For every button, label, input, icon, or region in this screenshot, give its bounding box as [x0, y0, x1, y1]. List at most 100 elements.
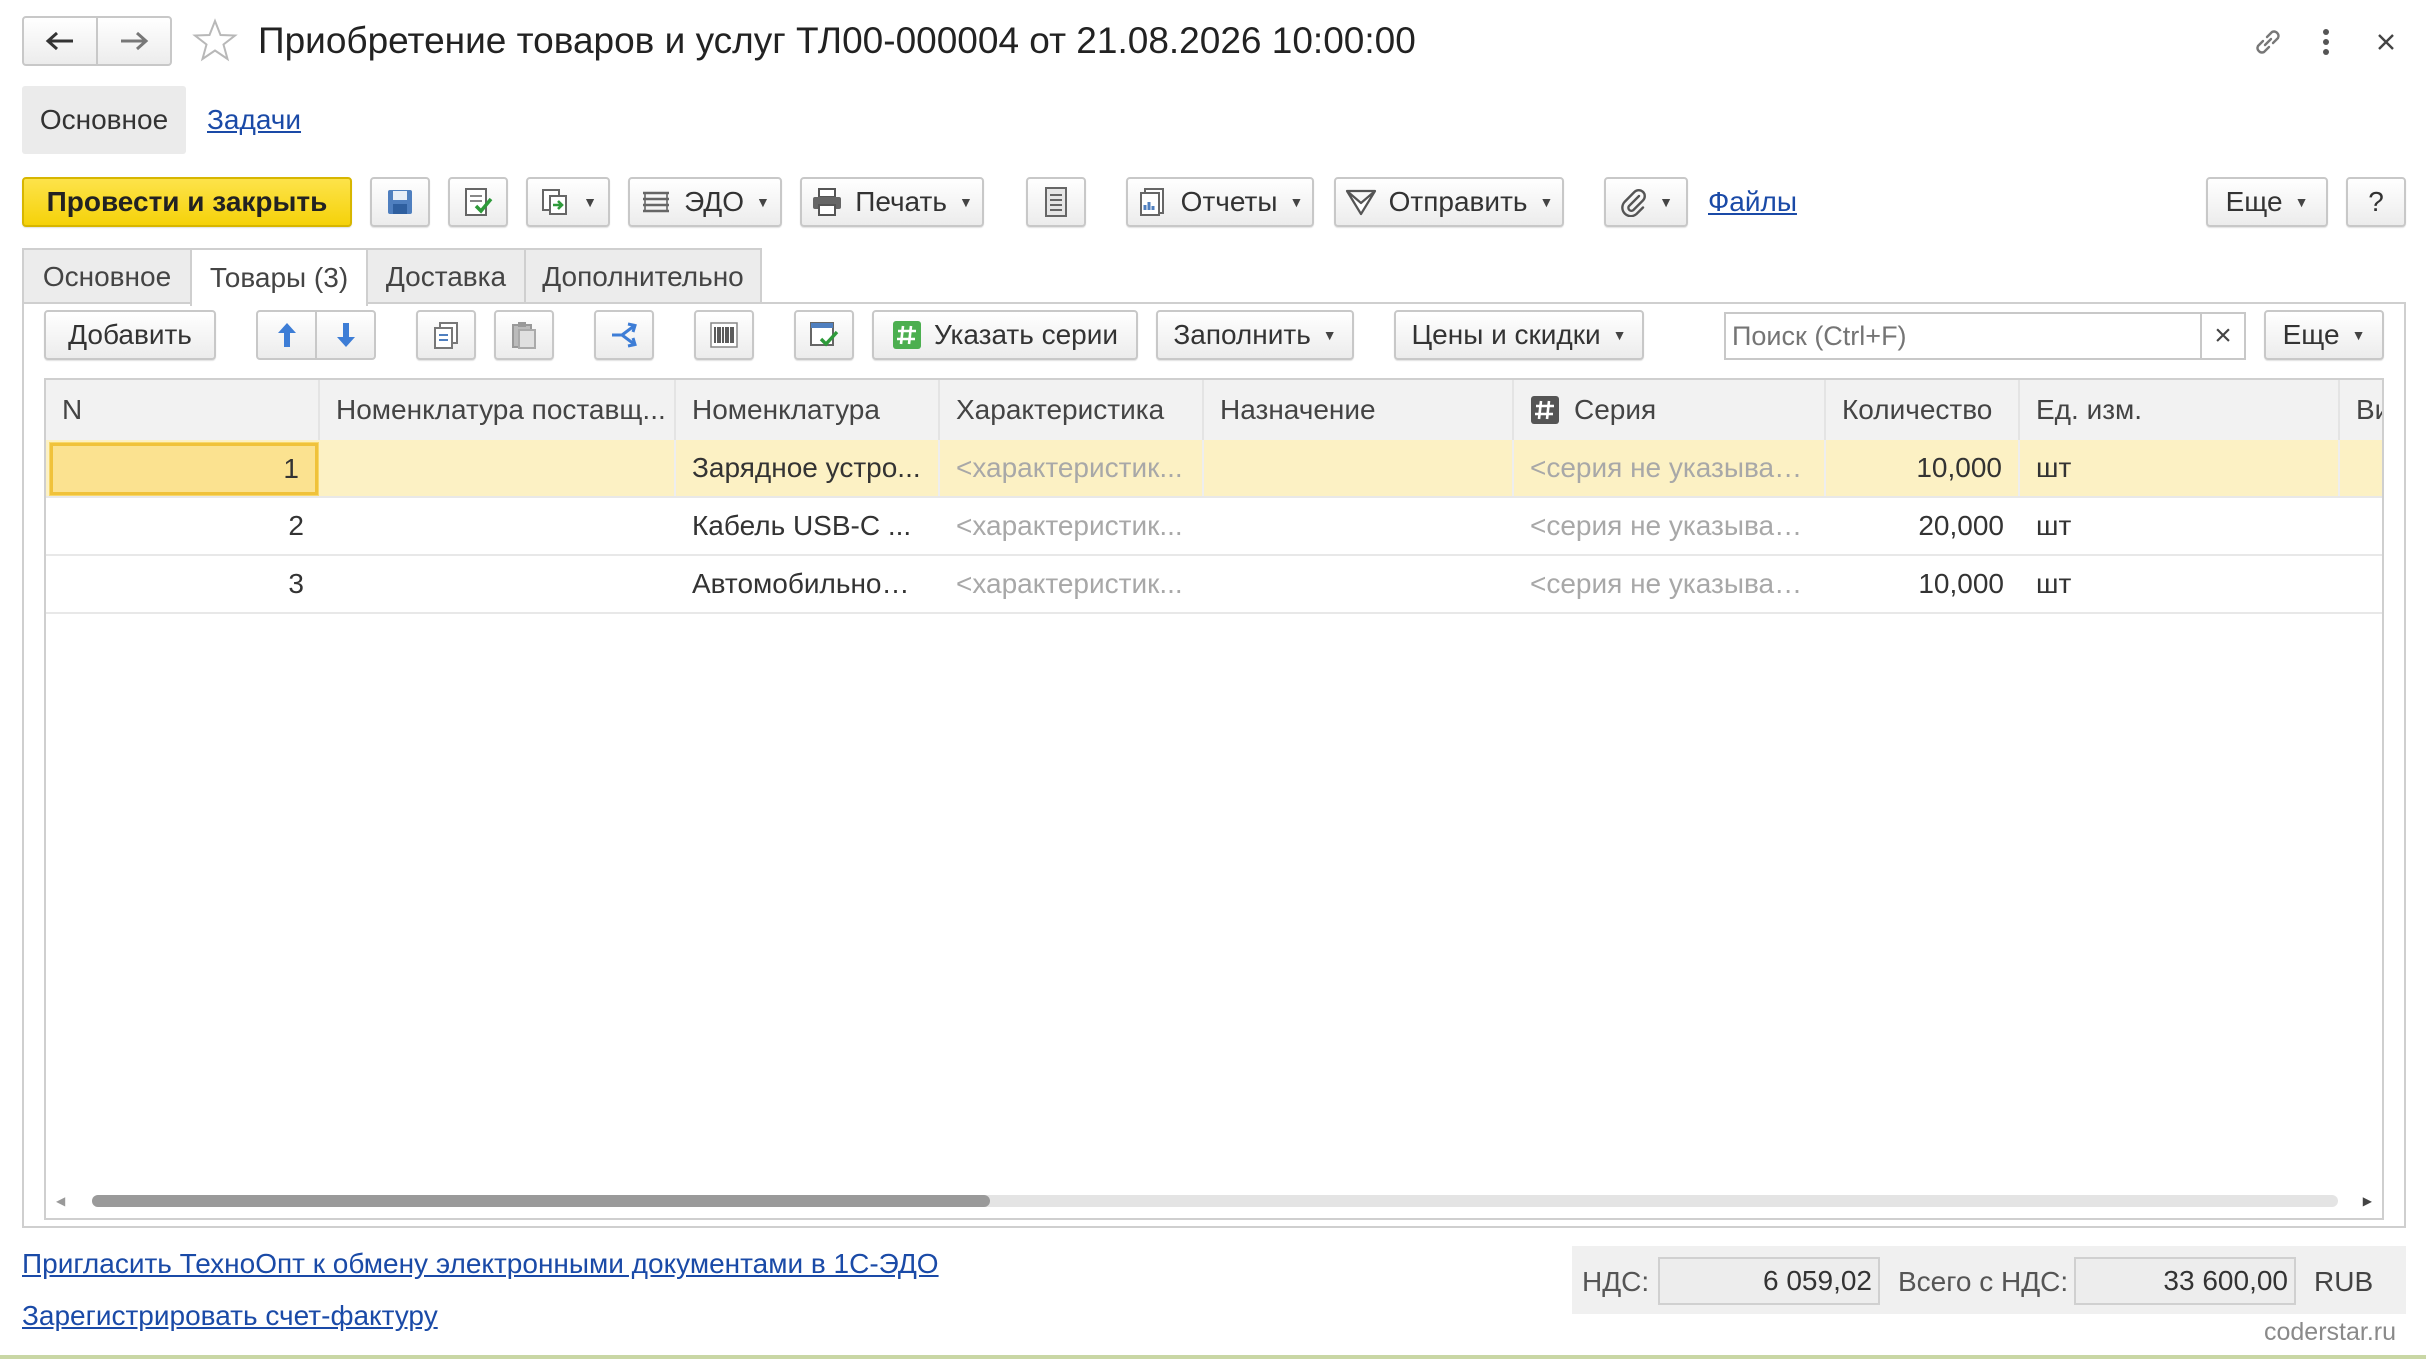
paste-button[interactable] [494, 310, 554, 360]
vat-value-field: 6 059,02 [1658, 1257, 1880, 1305]
cell-item[interactable]: Автомобильное ... [676, 556, 940, 612]
add-row-label: Добавить [68, 319, 192, 350]
barcode-button[interactable] [694, 310, 754, 360]
save-button[interactable] [370, 177, 430, 227]
column-header-characteristic[interactable]: Характеристика [940, 380, 1204, 440]
close-icon: × [2214, 319, 2232, 352]
column-header-item[interactable]: Номенклатура [676, 380, 940, 440]
print-button[interactable]: Печать ▼ [800, 177, 984, 227]
cell-quantity[interactable]: 10,000 [1826, 440, 2020, 496]
document-structure-button[interactable] [1026, 177, 1086, 227]
reports-button[interactable]: Отчеты ▼ [1126, 177, 1314, 227]
horizontal-scrollbar[interactable]: ◀ ▶ [56, 1192, 2372, 1210]
link-button[interactable] [2246, 20, 2290, 64]
send-button[interactable]: Отправить ▼ [1334, 177, 1564, 227]
cell-unit[interactable]: шт [2020, 498, 2340, 554]
split-row-button[interactable] [594, 310, 654, 360]
tab-main[interactable]: Основное [22, 248, 192, 304]
specify-series-button[interactable]: Указать серии [872, 310, 1138, 360]
table-more-label: Еще [2282, 319, 2340, 350]
cell-series[interactable]: <серия не указывае... [1514, 556, 1826, 612]
column-header-quantity[interactable]: Количество [1826, 380, 2020, 440]
column-header-n[interactable]: N [46, 380, 320, 440]
cell-supplier-item[interactable] [320, 556, 676, 612]
more-button[interactable]: Еще ▼ [2206, 177, 2328, 227]
copy-button[interactable] [416, 310, 476, 360]
cell-characteristic[interactable]: <характеристик... [940, 498, 1204, 554]
more-label: Еще [2225, 186, 2283, 217]
cell-unit[interactable]: шт [2020, 440, 2340, 496]
cell-characteristic[interactable]: <характеристик... [940, 440, 1204, 496]
tab-goods-label: Товары (3) [209, 262, 349, 293]
cell-purpose[interactable] [1204, 440, 1514, 496]
add-row-button[interactable]: Добавить [44, 310, 216, 360]
cell-characteristic[interactable]: <характеристик... [940, 556, 1204, 612]
close-window-button[interactable] [2366, 20, 2406, 64]
fill-button[interactable]: Заполнить ▼ [1156, 310, 1354, 360]
post-document-icon [465, 188, 493, 216]
search-input[interactable] [1726, 314, 2200, 358]
cell-series[interactable]: <серия не указывае... [1514, 440, 1826, 496]
cell-quantity[interactable]: 20,000 [1826, 498, 2020, 554]
nav-main[interactable]: Основное [22, 86, 186, 154]
column-header-series[interactable]: Серия [1514, 380, 1826, 440]
cell-supplier-item[interactable] [320, 440, 676, 496]
post-and-close-button[interactable]: Провести и закрыть [22, 177, 352, 227]
close-icon [2378, 34, 2394, 50]
back-button[interactable] [24, 18, 98, 64]
invite-edo-link[interactable]: Пригласить ТехноОпт к обмену электронным… [22, 1248, 939, 1280]
nav-buttons-group [22, 16, 172, 66]
cell-n[interactable]: 3 [46, 556, 320, 612]
table-row[interactable]: 1 Зарядное устро... <характеристик... <с… [46, 440, 2382, 498]
cell-n[interactable]: 1 [50, 443, 318, 495]
scroll-left-icon[interactable]: ◀ [56, 1192, 65, 1210]
watermark: coderstar.ru [2264, 1318, 2397, 1346]
cell-purpose[interactable] [1204, 498, 1514, 554]
search-clear-button[interactable]: × [2200, 314, 2244, 358]
arrow-down-icon [336, 323, 355, 347]
help-button[interactable]: ? [2346, 177, 2406, 227]
cell-n[interactable]: 2 [46, 498, 320, 554]
table-more-button[interactable]: Еще ▼ [2264, 310, 2384, 360]
post-button[interactable] [448, 177, 508, 227]
files-link[interactable]: Файлы [1708, 186, 1797, 218]
total-with-vat-field: 33 600,00 [2074, 1257, 2296, 1305]
total-with-vat-label: Всего с НДС: [1898, 1266, 2069, 1297]
table-row[interactable]: 2 Кабель USB-C ... <характеристик... <се… [46, 498, 2382, 556]
cell-quantity[interactable]: 10,000 [1826, 556, 2020, 612]
cell-item[interactable]: Кабель USB-C ... [676, 498, 940, 554]
fill-label: Заполнить [1173, 319, 1311, 350]
cell-purpose[interactable] [1204, 556, 1514, 612]
cell-supplier-item[interactable] [320, 498, 676, 554]
cell-unit[interactable]: шт [2020, 556, 2340, 612]
column-header-unit[interactable]: Ед. изм. [2020, 380, 2340, 440]
move-down-button[interactable] [317, 312, 374, 358]
more-vertical-button[interactable] [2306, 20, 2346, 64]
create-based-on-button[interactable]: ▼ [526, 177, 610, 227]
favorite-button[interactable] [190, 16, 240, 66]
cell-series[interactable]: <серия не указывае... [1514, 498, 1826, 554]
move-up-button[interactable] [258, 312, 317, 358]
column-header-purpose[interactable]: Назначение [1204, 380, 1514, 440]
prices-discounts-button[interactable]: Цены и скидки ▼ [1394, 310, 1644, 360]
tab-delivery-label: Доставка [385, 261, 507, 292]
tab-additional[interactable]: Дополнительно [524, 248, 762, 304]
table-row[interactable]: 3 Автомобильное ... <характеристик... <с… [46, 556, 2382, 614]
tab-delivery[interactable]: Доставка [366, 248, 526, 304]
register-invoice-link[interactable]: Зарегистрировать счет-фактуру [22, 1300, 438, 1332]
edo-icon [643, 191, 670, 213]
chevron-down-icon: ▼ [756, 194, 770, 210]
column-header-supplier-item[interactable]: Номенклатура поставщ... [320, 380, 676, 440]
forward-button[interactable] [98, 18, 170, 64]
scrollbar-thumb[interactable] [92, 1195, 990, 1207]
tab-goods[interactable]: Товары (3) [190, 248, 368, 306]
scroll-right-icon[interactable]: ▶ [2363, 1192, 2372, 1210]
column-header-type[interactable]: Ви [2340, 380, 2382, 440]
check-button[interactable] [794, 310, 854, 360]
chevron-down-icon: ▼ [1539, 194, 1554, 210]
nav-tasks-link[interactable]: Задачи [207, 104, 301, 136]
cell-item[interactable]: Зарядное устро... [676, 440, 940, 496]
edo-button[interactable]: ЭДО ▼ [628, 177, 782, 227]
attach-button[interactable]: ▼ [1604, 177, 1688, 227]
edo-label: ЭДО [684, 186, 745, 217]
